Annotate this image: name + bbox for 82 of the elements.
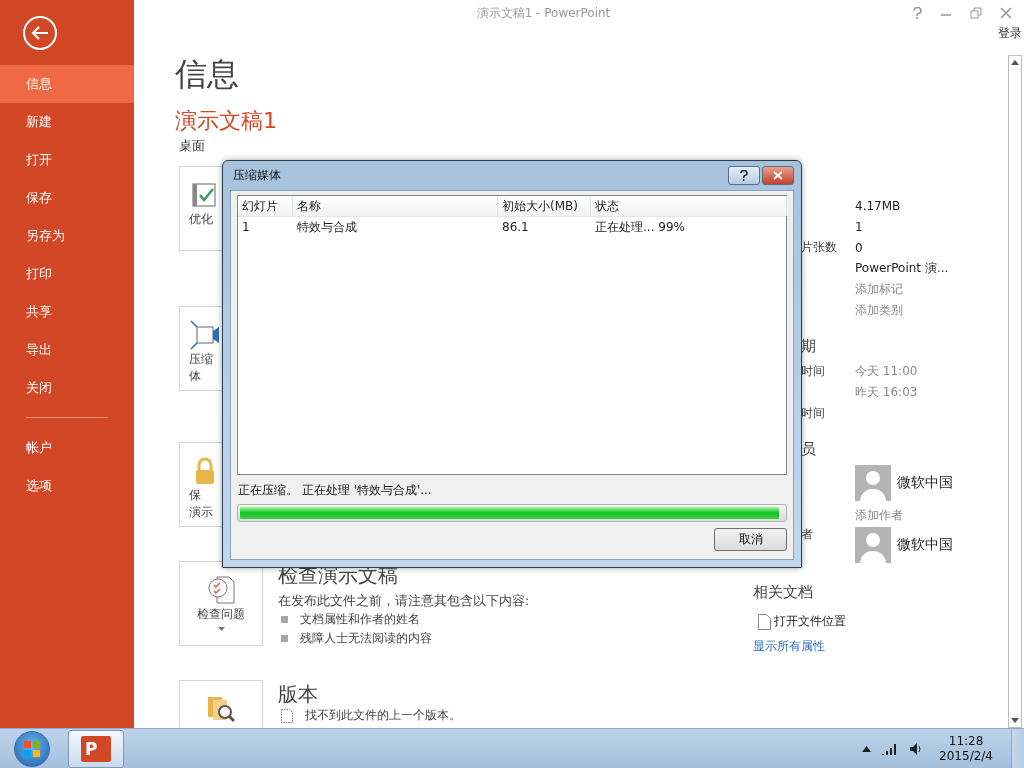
checklist-document-icon — [205, 574, 237, 606]
back-button[interactable] — [23, 16, 57, 50]
column-header[interactable]: 状态 — [591, 196, 787, 216]
cancel-button[interactable]: 取消 — [714, 528, 787, 551]
section-item: 找不到此文件的上一个版本。 — [305, 707, 461, 724]
dialog-help-button[interactable] — [728, 166, 760, 185]
person-name: 微软中国 — [897, 474, 953, 492]
property-heading: 员 — [801, 440, 816, 458]
bullet-icon — [281, 635, 288, 642]
property-heading: 相关文档 — [753, 583, 813, 601]
sidebar-item[interactable]: 导出 — [0, 331, 134, 369]
tile-label: 保 — [189, 487, 201, 504]
dotted-document-icon — [281, 708, 293, 723]
close-icon — [773, 171, 783, 180]
property-heading: 期 — [801, 337, 816, 355]
sidebar-item[interactable]: 关闭 — [0, 369, 134, 407]
person-name: 微软中国 — [897, 536, 953, 554]
help-icon[interactable] — [913, 7, 922, 19]
page-heading: 信息 — [175, 55, 240, 93]
tile-label: 体 — [189, 368, 201, 385]
column-header[interactable]: 幻灯片 — [238, 196, 293, 216]
sidebar-item[interactable]: 新建 — [0, 103, 134, 141]
column-header[interactable]: 初始大小(MB) — [498, 196, 591, 216]
property-value: 4.17MB — [855, 198, 901, 213]
clock-time: 11:28 — [948, 733, 984, 749]
tile-label: 检查问题 — [197, 606, 245, 623]
sidebar-item[interactable]: 共享 — [0, 293, 134, 331]
property-value: 1 — [855, 219, 863, 234]
tile-label: 优化 — [189, 211, 213, 228]
sidebar-item[interactable]: 保存 — [0, 179, 134, 217]
sidebar-item[interactable]: 打开 — [0, 141, 134, 179]
start-button[interactable] — [14, 730, 50, 767]
show-all-properties-link[interactable]: 显示所有属性 — [753, 638, 967, 655]
property-label: 者 — [801, 527, 813, 541]
table-cell-text: 1 — [241, 219, 251, 236]
add-property-link[interactable]: 添加类别 — [855, 302, 903, 319]
add-property-link[interactable]: 昨天 16:03 — [855, 384, 918, 401]
sidebar-item[interactable]: 打印 — [0, 255, 134, 293]
column-header[interactable]: 名称 — [293, 196, 498, 216]
sidebar-item[interactable]: 信息 — [0, 65, 134, 103]
sign-in-link[interactable]: 登录 — [998, 26, 1022, 40]
document-location: 桌面 — [179, 137, 206, 155]
document-title: 演示文稿1 — [175, 107, 278, 135]
sidebar-item[interactable]: 选项 — [0, 467, 134, 505]
section-title: 版本 — [278, 682, 319, 706]
taskbar-clock[interactable]: 11:28 2015/2/4 — [939, 733, 993, 764]
tray-expand-icon[interactable] — [862, 745, 872, 752]
add-property-link[interactable]: 添加标记 — [855, 281, 903, 298]
table-cell-text: 正在处理... 99% — [594, 218, 686, 236]
taskbar-app-button[interactable]: P — [68, 729, 124, 768]
window-title: 演示文稿1 - PowerPoint — [475, 4, 612, 22]
table-cell-text: 特效与合成 — [296, 218, 358, 236]
open-file-location-link[interactable]: 打开文件位置 — [774, 613, 846, 630]
dialog-close-button[interactable] — [762, 166, 794, 185]
windows-logo-icon — [23, 739, 41, 758]
avatar-icon — [855, 465, 891, 501]
document-icon — [758, 613, 771, 630]
property-label: 时间 — [801, 364, 825, 378]
section-item: 文档属性和作者的姓名 — [300, 611, 420, 628]
speaker-icon[interactable] — [909, 741, 924, 756]
film-arrows-icon — [189, 319, 221, 351]
help-icon — [740, 170, 748, 181]
property-label: 时间 — [801, 406, 825, 420]
tile-label: 压缩 — [189, 351, 213, 368]
back-arrow-icon — [31, 25, 49, 41]
property-label: 片张数 — [801, 240, 837, 254]
section-description: 在发布此文件之前，请注意其包含以下内容: — [278, 592, 530, 610]
section-item: 残障人士无法阅读的内容 — [300, 630, 432, 647]
clock-date: 2015/2/4 — [939, 748, 993, 764]
tile-label: 演示 — [189, 504, 213, 521]
add-property-link[interactable]: 今天 11:00 — [855, 363, 918, 380]
bullet-icon — [281, 616, 288, 623]
property-value: PowerPoint 演... — [855, 260, 949, 277]
avatar-icon — [855, 527, 891, 563]
property-value: 0 — [855, 240, 863, 255]
close-icon[interactable] — [1000, 7, 1012, 19]
add-property-link[interactable]: 添加作者 — [855, 507, 903, 524]
vertical-scrollbar[interactable] — [1008, 55, 1022, 728]
table-cell-text: 86.1 — [501, 219, 530, 236]
sidebar-item[interactable]: 帐户 — [0, 429, 134, 467]
app-logo: P — [81, 735, 111, 762]
sidebar-item[interactable]: 另存为 — [0, 217, 134, 255]
